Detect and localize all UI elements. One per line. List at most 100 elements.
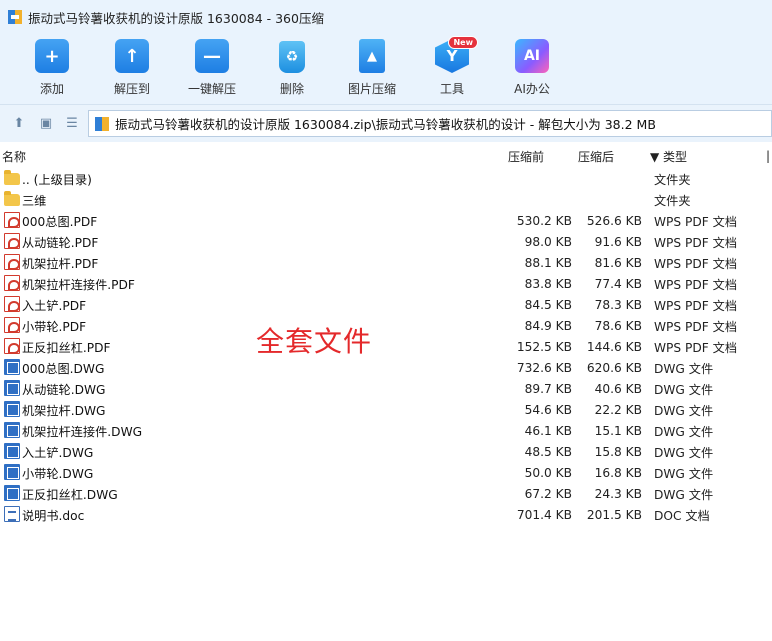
dwg-file-icon (4, 380, 20, 396)
file-row[interactable]: 从动链轮.DWG 89.7 KB 40.6 KB DWG 文件 (0, 378, 772, 399)
file-type: DWG 文件 (654, 361, 714, 376)
file-name: 000总图.DWG (22, 361, 105, 376)
file-row[interactable]: 说明书.doc 701.4 KB 201.5 KB DOC 文档 (0, 504, 772, 525)
file-type: WPS PDF 文档 (654, 319, 738, 334)
file-size: 201.5 KB (586, 507, 642, 522)
view-list-icon[interactable]: ☰ (64, 115, 80, 131)
file-row[interactable]: 机架拉杆连接件.PDF 83.8 KB 77.4 KB WPS PDF 文档 (0, 273, 772, 294)
file-row[interactable]: 正反扣丝杠.PDF 152.5 KB 144.6 KB WPS PDF 文档 (0, 336, 772, 357)
file-row[interactable]: 从动链轮.PDF 98.0 KB 91.6 KB WPS PDF 文档 (0, 231, 772, 252)
file-size: 16.8 KB (594, 465, 642, 480)
file-name: 说明书.doc (22, 508, 85, 523)
file-size: 620.6 KB (586, 360, 642, 375)
file-name: 机架拉杆.DWG (22, 403, 106, 418)
file-packed-size: 152.5 KB (516, 339, 572, 354)
file-name: 从动链轮.PDF (22, 235, 99, 250)
file-name: 机架拉杆连接件.DWG (22, 424, 143, 439)
delete-icon: ♻ (279, 41, 305, 73)
folder-file-icon (4, 191, 20, 206)
up-arrow-icon[interactable]: ⬆ (11, 115, 27, 131)
file-size: 15.1 KB (594, 423, 642, 438)
title-bar: 振动式马铃薯收获机的设计原版 1630084 - 360压缩 (0, 0, 772, 34)
sort-desc-icon: ▼ (650, 149, 664, 164)
dwg-file-icon (4, 485, 20, 501)
file-name: 入土铲.DWG (22, 445, 94, 460)
path-field[interactable]: 振动式马铃薯收获机的设计原版 1630084.zip\振动式马铃薯收获机的设计 … (88, 110, 772, 137)
new-badge: New (448, 36, 478, 49)
file-row[interactable]: 000总图.PDF 530.2 KB 526.6 KB WPS PDF 文档 (0, 210, 772, 231)
file-name: 正反扣丝杠.PDF (22, 340, 111, 355)
pdf-file-icon (4, 317, 20, 333)
file-row[interactable]: 正反扣丝杠.DWG 67.2 KB 24.3 KB DWG 文件 (0, 483, 772, 504)
file-type: DWG 文件 (654, 424, 714, 439)
file-packed-size: 83.8 KB (524, 276, 572, 291)
add-icon: + (35, 39, 69, 73)
file-size: 81.6 KB (594, 255, 642, 270)
file-name: 正反扣丝杠.DWG (22, 487, 118, 502)
file-name: 000总图.PDF (22, 214, 98, 229)
file-type: WPS PDF 文档 (654, 235, 738, 250)
file-name: 机架拉杆.PDF (22, 256, 99, 271)
pdf-file-icon (4, 212, 20, 228)
add-button[interactable]: + 添加 (12, 39, 92, 101)
file-type: DWG 文件 (654, 445, 714, 460)
pdf-file-icon (4, 233, 20, 249)
file-packed-size: 530.2 KB (516, 213, 572, 228)
file-packed-size: 732.6 KB (516, 360, 572, 375)
pdf-file-icon (4, 296, 20, 312)
ai-office-icon: AI (515, 39, 549, 73)
file-type: DWG 文件 (654, 487, 714, 502)
pdf-file-icon (4, 254, 20, 270)
file-row[interactable]: 入土铲.PDF 84.5 KB 78.3 KB WPS PDF 文档 (0, 294, 772, 315)
file-packed-size: 88.1 KB (524, 255, 572, 270)
dwg-file-icon (4, 443, 20, 459)
extract-to-button[interactable]: ↑ 解压到 (92, 39, 172, 101)
file-row[interactable]: 小带轮.DWG 50.0 KB 16.8 KB DWG 文件 (0, 462, 772, 483)
file-row[interactable]: 三维 文件夹 (0, 189, 772, 210)
column-name[interactable]: 名称 (2, 148, 26, 165)
column-type[interactable]: ▼ 类型 (650, 148, 687, 165)
file-row[interactable]: 机架拉杆.PDF 88.1 KB 81.6 KB WPS PDF 文档 (0, 252, 772, 273)
file-row[interactable]: 小带轮.PDF 84.9 KB 78.6 KB WPS PDF 文档 (0, 315, 772, 336)
view-thumbnail-icon[interactable]: ▣ (38, 115, 54, 131)
file-name: 三维 (22, 193, 47, 208)
file-row[interactable]: 入土铲.DWG 48.5 KB 15.8 KB DWG 文件 (0, 441, 772, 462)
file-row[interactable]: 机架拉杆连接件.DWG 46.1 KB 15.1 KB DWG 文件 (0, 420, 772, 441)
folder-file-icon (4, 170, 20, 185)
image-compress-icon: ▲ (359, 39, 385, 73)
ai-office-button[interactable]: AI AI办公 (492, 39, 572, 101)
file-type: DWG 文件 (654, 466, 714, 481)
extract-to-icon: ↑ (115, 39, 149, 73)
file-row[interactable]: 000总图.DWG 732.6 KB 620.6 KB DWG 文件 (0, 357, 772, 378)
app-logo-icon (8, 10, 22, 24)
file-name: 小带轮.DWG (22, 466, 94, 481)
dwg-file-icon (4, 401, 20, 417)
file-row[interactable]: .. (上级目录) 文件夹 (0, 168, 772, 189)
file-packed-size: 50.0 KB (524, 465, 572, 480)
file-type: WPS PDF 文档 (654, 340, 738, 355)
file-packed-size: 46.1 KB (524, 423, 572, 438)
one-click-extract-button[interactable]: — 一键解压 (172, 39, 252, 101)
file-size: 77.4 KB (594, 276, 642, 291)
tools-button[interactable]: Y New 工具 (412, 36, 492, 101)
one-click-extract-icon: — (195, 39, 229, 73)
file-type: DWG 文件 (654, 403, 714, 418)
delete-button[interactable]: ♻ 删除 (252, 39, 332, 101)
zip-file-icon (95, 116, 109, 131)
file-row[interactable]: 机架拉杆.DWG 54.6 KB 22.2 KB DWG 文件 (0, 399, 772, 420)
doc-file-icon (4, 506, 20, 522)
dwg-file-icon (4, 464, 20, 480)
file-list: .. (上级目录) 文件夹 三维 文件夹 000总图.PDF 530.2 KB 526.6 … (0, 168, 772, 525)
file-packed-size: 701.4 KB (516, 507, 572, 522)
file-packed-size: 48.5 KB (524, 444, 572, 459)
file-packed-size: 98.0 KB (524, 234, 572, 249)
file-packed-size: 54.6 KB (524, 402, 572, 417)
file-name: 机架拉杆连接件.PDF (22, 277, 135, 292)
file-size: 78.3 KB (594, 297, 642, 312)
file-size: 91.6 KB (594, 234, 642, 249)
column-extra[interactable]: | (766, 149, 770, 163)
image-compress-button[interactable]: ▲ 图片压缩 (332, 39, 412, 101)
file-size: 24.3 KB (594, 486, 642, 501)
column-packed[interactable]: 压缩前 (508, 148, 544, 165)
column-size[interactable]: 压缩后 (578, 148, 614, 165)
